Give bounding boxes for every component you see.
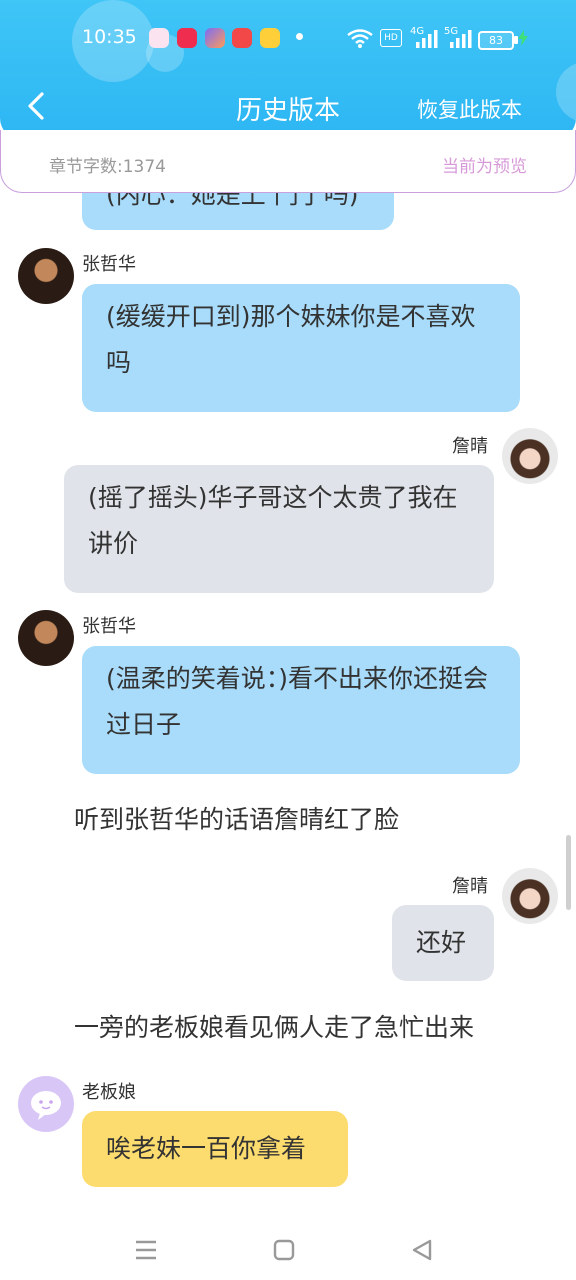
sender-name: 张哲华	[82, 254, 136, 275]
battery-indicator: 83	[478, 31, 514, 50]
app-icon-pink	[149, 28, 169, 48]
sender-name: 张哲华	[82, 616, 136, 637]
signal-bars-2-icon	[450, 30, 472, 48]
menu-icon[interactable]	[126, 1230, 166, 1270]
sender-name: 詹晴	[452, 436, 488, 457]
restore-version-button[interactable]: 恢复此版本	[417, 94, 522, 124]
message-text: (缓缓开口到)那个妹妹你是不喜欢吗	[106, 302, 476, 377]
wifi-icon	[347, 29, 373, 48]
notification-dot	[296, 33, 303, 40]
chat-bubble-icon	[31, 1091, 61, 1120]
avatar-zhanqing[interactable]	[502, 868, 558, 924]
message-bubble[interactable]: 还好	[392, 905, 494, 981]
hd-icon: HD	[380, 29, 402, 47]
charging-icon	[518, 30, 528, 46]
avatar-laobanniang[interactable]	[18, 1076, 74, 1132]
narration-text: 听到张哲华的话语詹晴红了脸	[74, 805, 400, 834]
signal-bars-1-icon	[416, 30, 438, 48]
message-text: (摇了摇头)华子哥这个太贵了我在讲价	[88, 483, 458, 558]
app-icon-shop	[232, 28, 252, 48]
message-text: 还好	[416, 928, 467, 957]
chapter-info-bar: 章节字数:1374 当前为预览	[0, 130, 576, 193]
scrollbar-thumb[interactable]	[566, 835, 571, 910]
message-bubble[interactable]: 唉老妹一百你拿着	[82, 1111, 348, 1187]
app-icon-red	[177, 28, 197, 48]
status-bar: 10:35 HD 4G 5G 83	[0, 0, 576, 78]
message-text: 唉老妹一百你拿着	[106, 1134, 307, 1163]
home-icon[interactable]	[264, 1230, 304, 1270]
preview-status: 当前为预览	[442, 157, 527, 177]
back-triangle-icon[interactable]	[402, 1230, 442, 1270]
sender-name: 詹晴	[452, 876, 488, 897]
header: 10:35 HD 4G 5G 83 历史版本 恢复此版本	[0, 0, 576, 140]
sender-name: 老板娘	[82, 1082, 136, 1103]
avatar-zhanqing[interactable]	[502, 428, 558, 484]
system-navigation-bar	[0, 1210, 576, 1280]
message-text: (温柔的笑着说：)看不出来你还挺会过日子	[106, 664, 489, 739]
avatar-zhang[interactable]	[18, 248, 74, 304]
chapter-word-count: 章节字数:1374	[49, 157, 166, 177]
avatar-zhang[interactable]	[18, 610, 74, 666]
message-bubble[interactable]: (摇了摇头)华子哥这个太贵了我在讲价	[64, 465, 494, 593]
message-bubble[interactable]: (温柔的笑着说：)看不出来你还挺会过日子	[82, 646, 520, 774]
weibo-icon	[260, 28, 280, 48]
app-icon-diamond	[205, 28, 225, 48]
message-bubble[interactable]: (缓缓开口到)那个妹妹你是不喜欢吗	[82, 284, 520, 412]
nav-bar: 历史版本 恢复此版本	[0, 78, 576, 138]
status-time: 10:35	[82, 26, 137, 48]
narration-text: 一旁的老板娘看见俩人走了急忙出来	[74, 1013, 475, 1042]
